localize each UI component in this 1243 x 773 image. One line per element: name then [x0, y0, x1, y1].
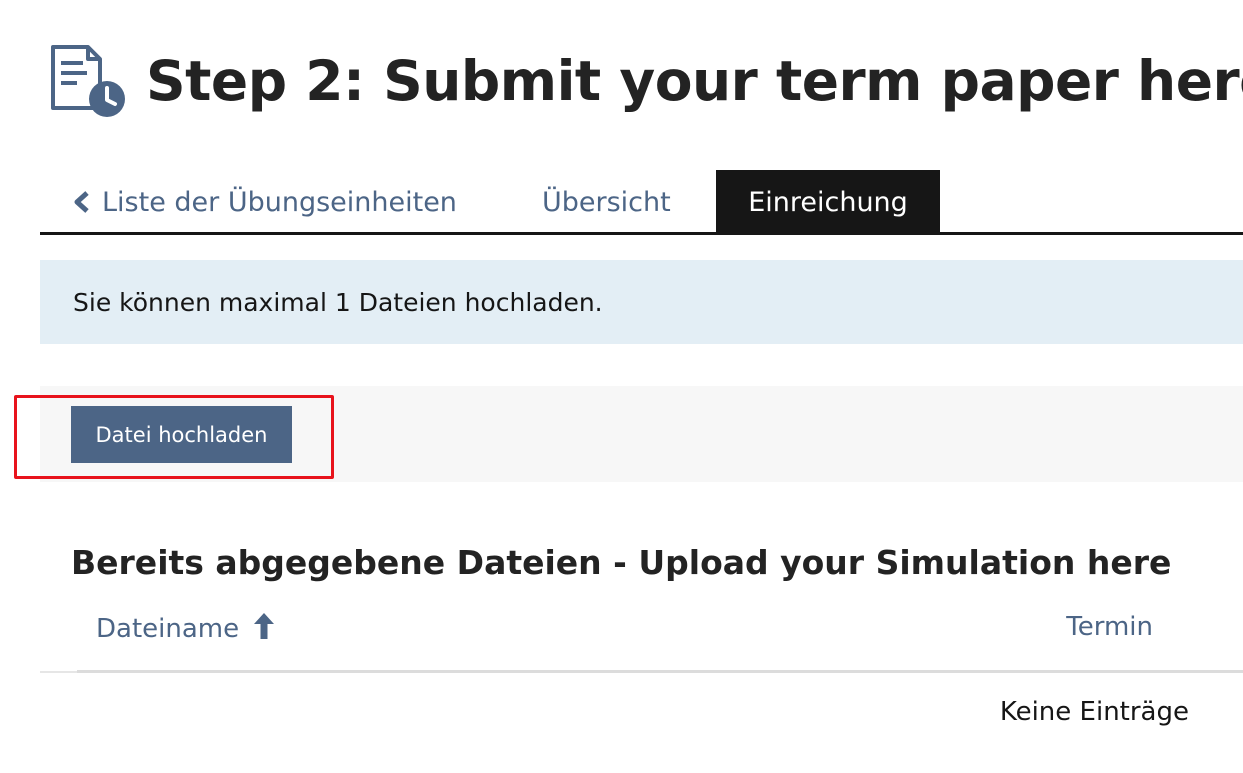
upload-file-button[interactable]: Datei hochladen: [71, 406, 292, 463]
empty-table-message: Keine Einträge: [999, 697, 1189, 727]
page-header: Step 2: Submit your term paper here!: [50, 42, 1243, 120]
document-clock-icon: [50, 42, 128, 120]
submitted-files-title: Bereits abgegebene Dateien - Upload your…: [71, 543, 1172, 582]
page-title: Step 2: Submit your term paper here!: [146, 49, 1243, 113]
table-header-divider: [77, 670, 1243, 673]
tab-submission[interactable]: Einreichung: [716, 170, 940, 232]
column-header-filename[interactable]: Dateiname: [96, 612, 275, 644]
upload-limit-text: Sie können maximal 1 Dateien hochladen.: [73, 288, 603, 317]
chevron-left-icon: [72, 172, 92, 213]
arrow-up-icon: [253, 612, 275, 640]
column-header-filename-label: Dateiname: [96, 614, 240, 644]
tab-bar: Liste der Übungseinheiten Übersicht Einr…: [40, 170, 1243, 235]
tab-overview[interactable]: Übersicht: [542, 170, 671, 232]
table-divider-left: [40, 671, 80, 673]
tab-back-label: Liste der Übungseinheiten: [102, 187, 457, 218]
column-header-date[interactable]: Termin: [1066, 612, 1153, 642]
upload-limit-notice: Sie können maximal 1 Dateien hochladen.: [40, 260, 1243, 344]
tab-back-to-list[interactable]: Liste der Übungseinheiten: [72, 170, 457, 232]
